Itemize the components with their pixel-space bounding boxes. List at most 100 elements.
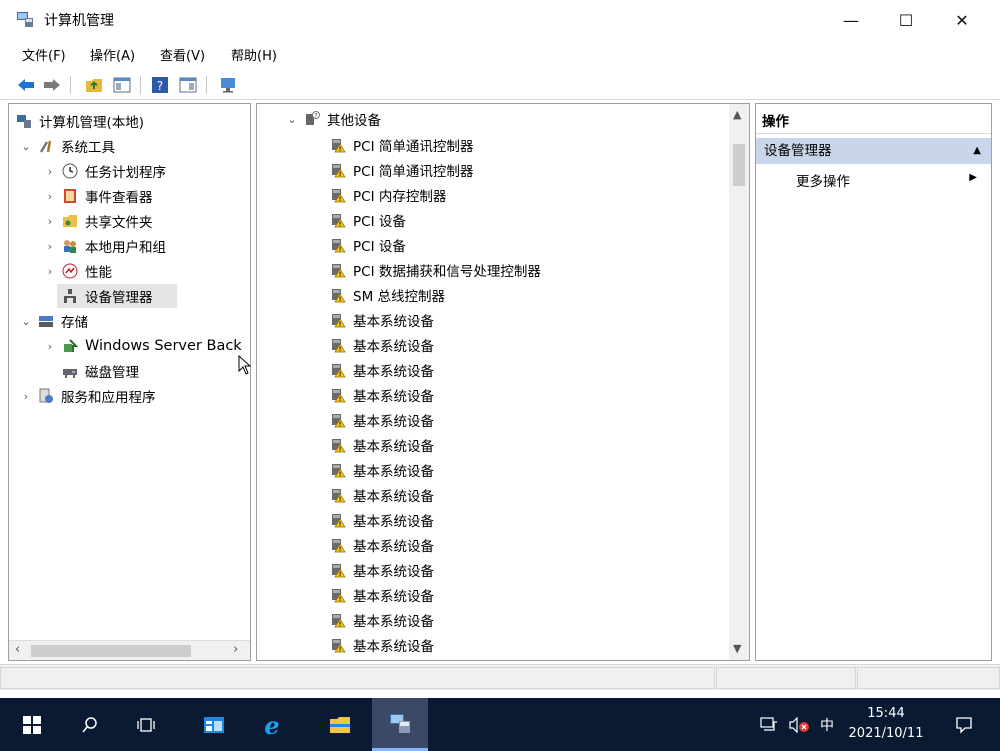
search-icon	[82, 716, 97, 732]
more-actions-link[interactable]: 更多操作	[796, 170, 850, 190]
device-item[interactable]: 基本系统设备	[329, 482, 434, 507]
tree-item-task-scheduler[interactable]: › 任务计划程序	[43, 159, 166, 183]
tree-item-storage[interactable]: ⌄ 存储	[19, 309, 88, 333]
tree-item-performance[interactable]: › 性能	[43, 259, 112, 283]
device-item[interactable]: PCI 简单通讯控制器	[329, 132, 473, 157]
properties-icon[interactable]	[178, 75, 198, 95]
device-item[interactable]: 基本系统设备	[329, 607, 434, 632]
device-item[interactable]: PCI 数据捕获和信号处理控制器	[329, 257, 541, 282]
server-manager-button[interactable]	[192, 698, 236, 751]
device-item[interactable]: 基本系统设备	[329, 407, 434, 432]
taskbar: e 中 15:44 2021/10/11	[0, 698, 1000, 751]
scroll-right-icon[interactable]: ›	[233, 642, 238, 657]
device-item[interactable]: 基本系统设备	[329, 307, 434, 332]
menu-file[interactable]: 文件(F)	[22, 45, 66, 64]
volume-muted-icon[interactable]	[786, 698, 814, 751]
file-explorer-button[interactable]	[318, 698, 362, 751]
submenu-arrow-icon[interactable]: ▶	[969, 172, 977, 183]
console-icon[interactable]	[218, 75, 238, 95]
scroll-up-icon[interactable]: ▲	[733, 108, 741, 121]
device-item[interactable]: PCI 设备	[329, 207, 406, 232]
tree-label: 设备管理器	[85, 290, 153, 306]
device-list[interactable]: ⌄ ? 其他设备 PCI 简单通讯控制器 PCI 简单通讯控制器 PCI 内存控制器…	[256, 103, 750, 661]
warning-device-icon	[329, 236, 347, 254]
tree-item-root[interactable]: 计算机管理(本地)	[15, 109, 144, 133]
device-item[interactable]: 基本系统设备	[329, 332, 434, 357]
chevron-right-icon[interactable]: ›	[43, 215, 57, 228]
tree-label: 共享文件夹	[85, 215, 153, 231]
device-item[interactable]: 基本系统设备	[329, 507, 434, 532]
navigation-tree[interactable]: 计算机管理(本地) ⌄ 系统工具 › 任务计划程序 › 事件查看器 › 共享文件…	[8, 103, 251, 661]
internet-explorer-button[interactable]: e	[250, 698, 294, 751]
scrollbar-thumb[interactable]	[733, 144, 745, 186]
search-button[interactable]	[68, 698, 112, 751]
chevron-right-icon[interactable]: ›	[43, 340, 57, 353]
device-item[interactable]: 基本系统设备	[329, 432, 434, 457]
chevron-down-icon[interactable]: ⌄	[19, 315, 33, 328]
device-manager-icon	[61, 287, 79, 305]
device-category-other[interactable]: ⌄ ? 其他设备	[285, 107, 381, 131]
chevron-right-icon[interactable]: ›	[19, 390, 33, 403]
minimize-button[interactable]: —	[828, 0, 874, 40]
back-icon[interactable]	[16, 75, 36, 95]
chevron-right-icon[interactable]: ›	[43, 265, 57, 278]
device-label: 基本系统设备	[353, 313, 434, 330]
tree-item-windows-server-backup[interactable]: › Windows Server Back	[43, 334, 242, 358]
tree-item-system-tools[interactable]: ⌄ 系统工具	[19, 134, 115, 158]
device-item[interactable]: PCI 简单通讯控制器	[329, 157, 473, 182]
ime-indicator[interactable]: 中	[816, 698, 838, 751]
collapse-icon[interactable]: ▲	[973, 138, 981, 164]
title-bar: 计算机管理 — ☐ ✕	[0, 0, 1000, 40]
tree-item-local-users-groups[interactable]: › 本地用户和组	[43, 234, 166, 258]
start-button[interactable]	[10, 698, 54, 751]
forward-icon[interactable]	[42, 75, 62, 95]
device-item[interactable]: 基本系统设备	[329, 457, 434, 482]
system-clock[interactable]: 15:44 2021/10/11	[836, 704, 936, 744]
close-button[interactable]: ✕	[939, 0, 985, 40]
help-icon[interactable]: ?	[150, 75, 170, 95]
device-item[interactable]: PCI 内存控制器	[329, 182, 446, 207]
scroll-left-icon[interactable]: ‹	[15, 642, 20, 657]
menu-help[interactable]: 帮助(H)	[231, 45, 277, 64]
chevron-down-icon[interactable]: ⌄	[19, 140, 33, 153]
menu-view[interactable]: 查看(V)	[160, 45, 205, 64]
warning-device-icon	[329, 211, 347, 229]
tree-item-event-viewer[interactable]: › 事件查看器	[43, 184, 153, 208]
show-hide-tree-icon[interactable]	[112, 75, 132, 95]
device-item[interactable]: PCI 设备	[329, 232, 406, 257]
menu-action[interactable]: 操作(A)	[90, 45, 135, 64]
tree-item-disk-management[interactable]: 磁盘管理	[57, 359, 139, 383]
computer-management-taskbar-button[interactable]	[372, 698, 428, 751]
tree-label: Windows Server Back	[85, 338, 242, 354]
chevron-right-icon[interactable]: ›	[43, 240, 57, 253]
backup-icon	[61, 337, 79, 355]
device-item[interactable]: 基本系统设备	[329, 557, 434, 582]
device-item[interactable]: 基本系统设备	[329, 632, 434, 657]
notification-center-button[interactable]	[944, 698, 984, 751]
horizontal-scrollbar[interactable]: ‹ ›	[9, 640, 250, 660]
device-item[interactable]: 基本系统设备	[329, 582, 434, 607]
status-cell	[716, 667, 856, 689]
actions-device-manager-section[interactable]: 设备管理器 ▲	[756, 138, 991, 164]
tree-item-services-applications[interactable]: › 服务和应用程序	[19, 384, 156, 408]
scrollbar-thumb[interactable]	[31, 645, 191, 657]
actions-pane: 操作 设备管理器 ▲ 更多操作 ▶	[755, 103, 992, 661]
device-label: 基本系统设备	[353, 488, 434, 505]
chevron-right-icon[interactable]: ›	[43, 190, 57, 203]
chevron-right-icon[interactable]: ›	[43, 165, 57, 178]
tree-item-shared-folders[interactable]: › 共享文件夹	[43, 209, 153, 233]
device-item[interactable]: 基本系统设备	[329, 382, 434, 407]
maximize-button[interactable]: ☐	[883, 0, 929, 40]
device-label: 基本系统设备	[353, 413, 434, 430]
up-folder-icon[interactable]	[84, 75, 104, 95]
task-view-button[interactable]	[124, 698, 168, 751]
scroll-down-icon[interactable]: ▼	[733, 642, 741, 655]
vertical-scrollbar[interactable]: ▲ ▼	[729, 104, 749, 660]
device-item[interactable]: 基本系统设备	[329, 532, 434, 557]
network-icon[interactable]	[756, 698, 782, 751]
chevron-down-icon[interactable]: ⌄	[285, 113, 299, 126]
device-item[interactable]: 基本系统设备	[329, 357, 434, 382]
device-item[interactable]: SM 总线控制器	[329, 282, 445, 307]
tree-item-device-manager[interactable]: 设备管理器	[57, 284, 177, 308]
toolbar-separator	[70, 76, 71, 94]
